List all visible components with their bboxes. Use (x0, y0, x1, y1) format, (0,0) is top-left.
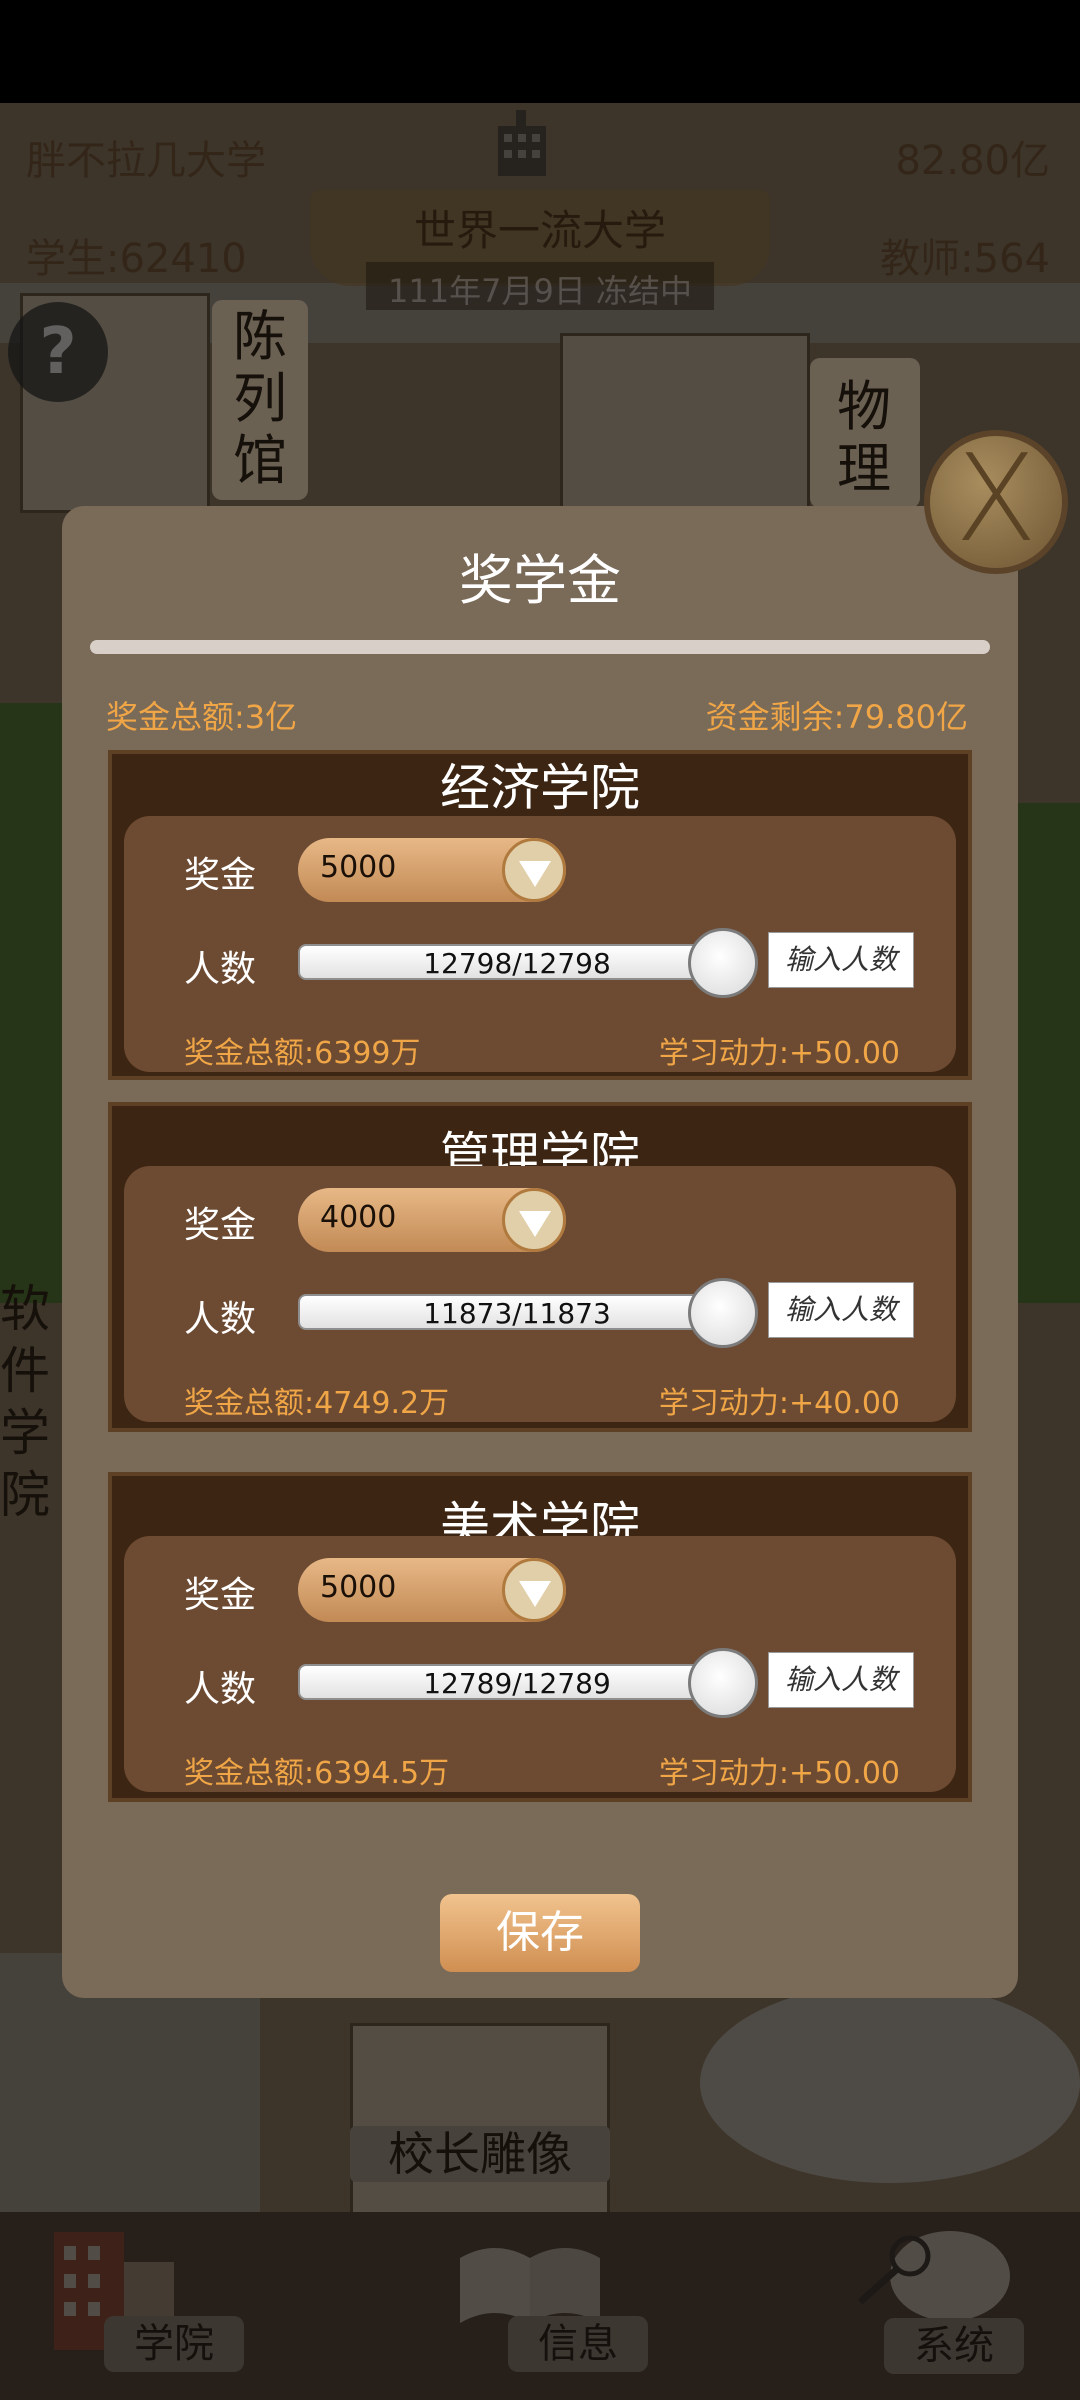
study-motivation: 学习动力:+50.00 (658, 1036, 900, 1071)
bonus-value: 5000 (320, 850, 397, 885)
college-settings: 奖金 5000 人数 12789/12789 输入人数 奖金总额:6394.5万… (124, 1536, 956, 1792)
college-card: 美术学院 奖金 5000 人数 12789/12789 输入人数 奖金总额:63… (108, 1472, 972, 1802)
count-slider-handle[interactable] (688, 1648, 758, 1718)
save-button[interactable]: 保存 (440, 1894, 640, 1972)
count-value: 11873/11873 (423, 1297, 611, 1330)
study-motivation: 学习动力:+40.00 (658, 1386, 900, 1421)
college-total-bonus: 奖金总额:4749.2万 (184, 1386, 450, 1421)
bonus-dropdown[interactable]: 5000 (298, 1558, 566, 1622)
college-card: 管理学院 奖金 4000 人数 11873/11873 输入人数 奖金总额:47… (108, 1102, 972, 1432)
study-motivation: 学习动力:+50.00 (658, 1756, 900, 1791)
count-slider-handle[interactable] (688, 1278, 758, 1348)
chevron-down-icon[interactable] (502, 838, 566, 902)
count-slider[interactable]: 12798/12798 (298, 944, 736, 980)
bonus-dropdown[interactable]: 5000 (298, 838, 566, 902)
dialog-title: 奖学金 (459, 549, 621, 612)
chevron-down-icon[interactable] (502, 1188, 566, 1252)
count-value: 12798/12798 (423, 947, 611, 980)
bonus-value: 4000 (320, 1200, 397, 1235)
college-total-bonus: 奖金总额:6399万 (184, 1036, 421, 1071)
bonus-dropdown[interactable]: 4000 (298, 1188, 566, 1252)
title-divider (90, 640, 990, 654)
count-slider[interactable]: 12789/12789 (298, 1664, 736, 1700)
bonus-label: 奖金 (184, 855, 257, 896)
funds-remaining-summary: 资金剩余:79.80亿 (705, 698, 968, 736)
college-card: 经济学院 奖金 5000 人数 12798/12798 输入人数 奖金总额:63… (108, 750, 972, 1080)
college-total-bonus: 奖金总额:6394.5万 (184, 1756, 450, 1791)
bonus-label: 奖金 (184, 1205, 257, 1246)
count-label: 人数 (184, 1669, 257, 1710)
count-label: 人数 (184, 949, 257, 990)
count-value: 12789/12789 (423, 1667, 611, 1700)
college-settings: 奖金 5000 人数 12798/12798 输入人数 奖金总额:6399万 学… (124, 816, 956, 1072)
college-name: 经济学院 (440, 759, 640, 817)
count-input[interactable]: 输入人数 (768, 1652, 914, 1708)
bonus-label: 奖金 (184, 1575, 257, 1616)
count-label: 人数 (184, 1299, 257, 1340)
count-slider[interactable]: 11873/11873 (298, 1294, 736, 1330)
chevron-down-icon[interactable] (502, 1558, 566, 1622)
count-slider-handle[interactable] (688, 928, 758, 998)
count-input[interactable]: 输入人数 (768, 1282, 914, 1338)
count-input[interactable]: 输入人数 (768, 932, 914, 988)
total-bonus-summary: 奖金总额:3亿 (106, 698, 298, 736)
college-settings: 奖金 4000 人数 11873/11873 输入人数 奖金总额:4749.2万… (124, 1166, 956, 1422)
bonus-value: 5000 (320, 1570, 397, 1605)
